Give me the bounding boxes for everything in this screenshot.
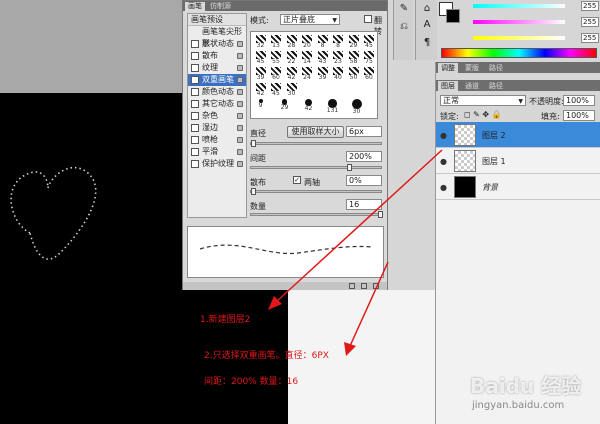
annotation-step-1: 1.新建图层2 bbox=[200, 315, 251, 325]
watermark-brand: Baidu 经验 bbox=[470, 374, 582, 398]
baidu-watermark: Baidu 经验 jingyan.baidu.com bbox=[470, 368, 600, 424]
watermark-url: jingyan.baidu.com bbox=[472, 400, 565, 411]
annotation-step-2: 2.只选择双重画笔。直径：6PX bbox=[204, 351, 329, 361]
annotation-step-3: 间距：200% 数量：16 bbox=[204, 377, 299, 387]
